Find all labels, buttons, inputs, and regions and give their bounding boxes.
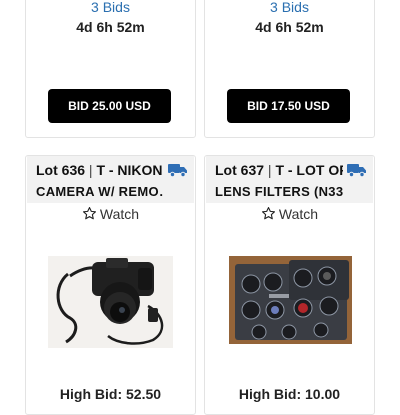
lot-number: Lot 636 [36,162,86,178]
lot-title-line2: CAMERA W/ REMO… [36,184,164,199]
title-separator: | [264,162,276,178]
lot-card-top-left: 3 Bids 4d 6h 52m BID 25.00 USD [25,0,196,138]
title-separator: | [85,162,97,178]
star-outline-icon [261,207,275,220]
time-remaining: 4d 6h 52m [255,19,324,35]
lot-image-lens-filters[interactable] [229,256,352,344]
lot-card-637[interactable]: Lot 637 | T - LOT OF LENS FILTERS (N330)… [204,155,375,415]
lot-number: Lot 637 [215,162,265,178]
lot-image-camera[interactable] [48,256,173,348]
bids-count-link[interactable]: 3 Bids [26,0,195,15]
lot-title-line1: T - LOT OF [275,162,343,178]
lot-card-top-right: 3 Bids 4d 6h 52m BID 17.50 USD [204,0,375,138]
watch-button[interactable]: Watch [205,206,374,222]
bid-button[interactable]: BID 17.50 USD [227,89,350,123]
lot-title[interactable]: Lot 636 | T - NIKON CAMERA W/ REMO… [27,156,194,203]
lot-title-line2: LENS FILTERS (N330) [215,184,343,199]
star-outline-icon [82,207,96,220]
watch-label: Watch [278,206,319,222]
watch-label: Watch [99,206,140,222]
lot-card-636[interactable]: Lot 636 | T - NIKON CAMERA W/ REMO… Watc… [25,155,196,415]
lot-title-line1: T - NIKON [96,162,163,178]
truck-icon [347,164,366,177]
truck-icon [168,164,187,177]
bid-button[interactable]: BID 25.00 USD [48,89,171,123]
time-remaining: 4d 6h 52m [76,19,145,35]
bids-count-link[interactable]: 3 Bids [205,0,374,15]
watch-button[interactable]: Watch [26,206,195,222]
lot-title[interactable]: Lot 637 | T - LOT OF LENS FILTERS (N330) [206,156,373,203]
